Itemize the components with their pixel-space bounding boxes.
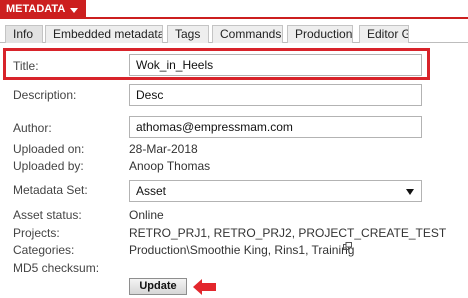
uploaded-on-label: Uploaded on:: [13, 142, 85, 156]
metadata-set-select[interactable]: Asset: [129, 180, 422, 202]
tab-tags[interactable]: Tags: [167, 25, 209, 43]
asset-status-value: Online: [129, 208, 164, 222]
categories-label: Categories:: [13, 243, 75, 257]
uploaded-by-value: Anoop Thomas: [129, 159, 211, 173]
tab-embedded-metadata[interactable]: Embedded metadata: [45, 25, 163, 43]
author-input[interactable]: [129, 116, 422, 138]
metadata-set-label: Metadata Set:: [13, 183, 88, 197]
external-link-icon[interactable]: [343, 242, 352, 250]
projects-value: RETRO_PRJ1, RETRO_PRJ2, PROJECT_CREATE_T…: [129, 226, 447, 240]
uploaded-by-label: Uploaded by:: [13, 159, 84, 173]
description-input[interactable]: [129, 84, 422, 106]
dropdown-arrow-icon: [406, 189, 414, 195]
metadata-set-value: Asset: [136, 184, 167, 198]
title-label: Title:: [13, 59, 39, 73]
metadata-menu-label: METADATA: [6, 3, 66, 15]
update-button[interactable]: Update: [129, 278, 187, 295]
projects-label: Projects:: [13, 226, 60, 240]
tab-editor[interactable]: Editor G: [359, 25, 409, 43]
categories-value: Production\Smoothie King, Rins1, Trainin…: [129, 243, 355, 257]
uploaded-on-value: 28-Mar-2018: [129, 142, 198, 156]
asset-status-label: Asset status:: [13, 208, 82, 222]
tab-production[interactable]: Production: [287, 25, 353, 43]
caret-down-icon: [70, 8, 78, 13]
arrow-left-icon: [193, 279, 216, 295]
description-label: Description:: [13, 88, 77, 102]
tab-commands[interactable]: Commands: [212, 25, 283, 43]
md5-checksum-label: MD5 checksum:: [13, 261, 100, 275]
metadata-menu-tab[interactable]: METADATA: [0, 0, 86, 19]
author-label: Author:: [13, 121, 52, 135]
metadata-header-bar: METADATA: [0, 0, 468, 19]
title-input[interactable]: [129, 54, 422, 76]
tab-bar: Info Embedded metadata Tags Commands Pro…: [0, 25, 468, 43]
tab-info[interactable]: Info: [5, 25, 43, 43]
